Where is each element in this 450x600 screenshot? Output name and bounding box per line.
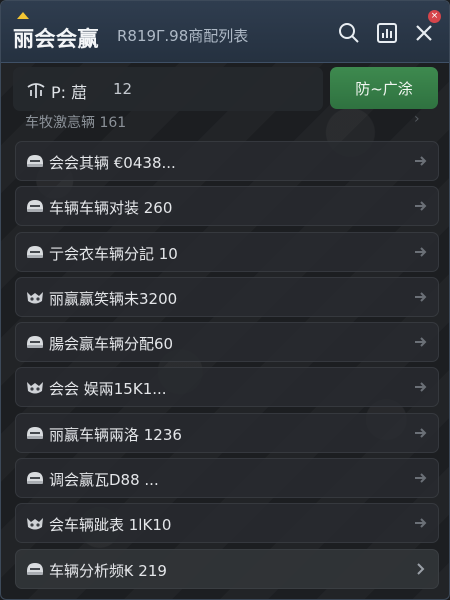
page-subtitle: R819Γ.98商配列表	[117, 27, 249, 45]
helmet-icon	[25, 424, 45, 444]
action-button[interactable]: 防~广涂	[330, 67, 438, 109]
chart-icon[interactable]	[375, 21, 399, 45]
search-icon[interactable]	[337, 21, 361, 45]
list-item-label: 丽赢赢笑辆未3200	[49, 289, 178, 308]
helmet-icon	[25, 333, 45, 353]
arrow-right-icon	[412, 425, 428, 441]
list-item[interactable]: 腸会赢车辆分配60	[15, 322, 439, 363]
helmet-icon	[25, 152, 45, 172]
filter-icon	[25, 79, 47, 101]
arrow-right-icon	[412, 153, 428, 169]
section-header: 车牧激悥辆 161	[25, 115, 127, 131]
list-item-label: 会会 娱兩15K1...	[49, 380, 167, 399]
title-bar: 丽会会赢 R819Γ.98商配列表 ×	[1, 1, 449, 63]
close-badge[interactable]: ×	[428, 10, 441, 23]
list-item[interactable]: 车辆分析频₭ 219	[15, 548, 439, 589]
close-icon[interactable]	[412, 21, 436, 45]
list-item-label: 车辆分析频₭ 219	[49, 561, 167, 580]
list-item-label: 亍会衣车辆分記 10	[49, 244, 178, 263]
list-item[interactable]: 会会其辆 €0438...	[15, 141, 439, 181]
list-item-label: 车辆车辆对装 260	[49, 199, 173, 218]
list-item[interactable]: 车辆车辆对装 260	[15, 186, 439, 227]
list-item-label: 丽赢车辆兩洛 1236	[49, 425, 182, 444]
arrow-right-icon	[412, 198, 428, 214]
arrow-right-icon	[412, 379, 428, 395]
arrow-right-icon	[412, 334, 428, 350]
app-title: 丽会会赢	[13, 27, 99, 51]
arrow-right-icon	[412, 515, 428, 531]
helmet-icon	[25, 469, 45, 489]
arrow-right-icon	[412, 289, 428, 305]
helmet-icon	[25, 197, 45, 217]
arrow-right-icon	[412, 244, 428, 260]
list-item[interactable]: 调会赢瓦D88 ...	[15, 458, 439, 499]
mask-icon	[25, 378, 45, 398]
helmet-icon	[25, 243, 45, 263]
list-item[interactable]: 会车辆跐表 1lK10	[15, 503, 439, 544]
mask-icon	[25, 288, 45, 308]
vehicle-list: 会会其辆 €0438... 车辆车辆对装 260 亍会衣车辆分記 10 丽赢赢笑…	[15, 141, 439, 594]
helmet-icon	[25, 560, 45, 580]
filter-value: 12	[113, 80, 133, 98]
list-item-label: 腸会赢车辆分配60	[49, 335, 174, 354]
filter-label: P: 䓛	[51, 83, 88, 102]
app-window: 丽会会赢 R819Γ.98商配列表 × P: 䓛 12 防~广涂 车牧激悥辆 1…	[0, 0, 450, 600]
arrow-right-icon	[412, 470, 428, 486]
filter-bar[interactable]: P: 䓛 12	[13, 67, 323, 111]
section-arrow-icon: ›	[414, 111, 420, 127]
list-item[interactable]: 会会 娱兩15K1...	[15, 367, 439, 408]
list-item[interactable]: 亍会衣车辆分記 10	[15, 231, 439, 272]
mask-icon	[25, 514, 45, 534]
list-item-label: 会会其辆 €0438...	[49, 154, 176, 172]
chevron-right-icon	[412, 561, 428, 577]
list-item-label: 调会赢瓦D88 ...	[49, 471, 159, 490]
crown-icon	[17, 12, 29, 19]
list-item-label: 会车辆跐表 1lK10	[49, 516, 172, 535]
list-item[interactable]: 丽赢车辆兩洛 1236	[15, 412, 439, 453]
list-item[interactable]: 丽赢赢笑辆未3200	[15, 276, 439, 317]
